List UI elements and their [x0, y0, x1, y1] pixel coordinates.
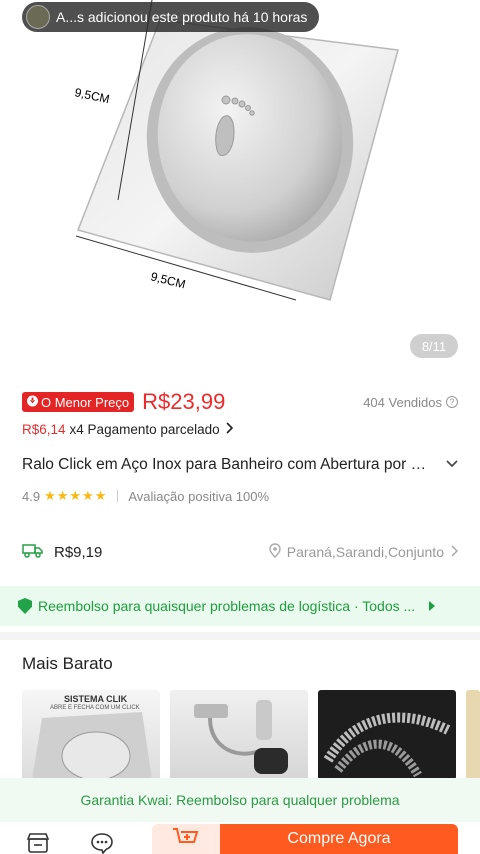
- badge-label: O Menor Preço: [41, 394, 130, 410]
- product-image-gallery[interactable]: 9,5CM 9,5CM A...s adicionou este produto…: [0, 0, 480, 378]
- dim-label-bottom: 9,5CM: [149, 269, 187, 291]
- chevron-right-icon: [450, 544, 459, 560]
- installment-value: R$6,14: [22, 422, 66, 437]
- cheaper-carousel[interactable]: SISTEMA CLIK ABRE E FECHA COM UM CLICK: [22, 690, 480, 780]
- shield-check-icon: [18, 598, 32, 614]
- product-title: Ralo Click em Aço Inox para Banheiro com…: [22, 456, 434, 473]
- product-thumbnail: [32, 712, 152, 780]
- activity-toast: A...s adicionou este produto há 10 horas: [22, 2, 320, 32]
- product-image: 9,5CM 9,5CM: [73, 0, 399, 301]
- location-text: Paraná,Sarandi,Conjunto: [286, 544, 444, 560]
- cheaper-section-title: Mais Barato: [22, 654, 113, 673]
- store-icon[interactable]: [26, 832, 50, 854]
- product-thumbnail: [323, 712, 451, 778]
- shipping-location[interactable]: Paraná,Sarandi,Conjunto: [269, 543, 459, 561]
- separator: [117, 490, 119, 502]
- chat-icon[interactable]: [90, 832, 114, 854]
- add-to-cart-button[interactable]: [152, 824, 220, 854]
- star-rating-icon: ★★★★★: [44, 488, 108, 503]
- arrow-down-icon: [27, 395, 38, 410]
- product-card[interactable]: [318, 690, 456, 780]
- price-value: R$23,99: [142, 389, 226, 414]
- toast-text: A...s adicionou este produto há 10 horas: [56, 9, 308, 25]
- installment-text: x4 Pagamento parcelado: [69, 422, 220, 437]
- rating-value: 4.9: [22, 488, 41, 504]
- sold-count[interactable]: 404 Vendidos ?: [363, 395, 458, 410]
- location-pin-icon: [269, 543, 281, 561]
- caret-right-icon: [429, 598, 436, 614]
- chevron-down-icon[interactable]: [446, 456, 458, 474]
- price-row: O Menor Preço R$23,99 404 Vendidos ?: [22, 388, 458, 416]
- avatar: [26, 5, 50, 29]
- dim-label-left: 9,5CM: [73, 85, 110, 106]
- installment-row[interactable]: R$6,14 x4 Pagamento parcelado: [22, 422, 234, 437]
- shipping-fee: R$9,19: [54, 543, 103, 561]
- lowest-price-badge: O Menor Preço: [22, 392, 135, 412]
- chevron-right-icon: [224, 422, 234, 437]
- image-counter: 8/11: [410, 334, 458, 358]
- cart-plus-icon: [172, 826, 200, 853]
- logistics-refund-banner[interactable]: Reembolso para quaisquer problemas de lo…: [0, 586, 480, 626]
- product-thumbnail: [194, 700, 288, 774]
- product-title-row[interactable]: Ralo Click em Aço Inox para Banheiro com…: [22, 456, 458, 474]
- sold-text: 404 Vendidos: [363, 394, 442, 410]
- product-card[interactable]: SISTEMA CLIK ABRE E FECHA COM UM CLICK: [22, 690, 160, 780]
- positive-rate: Avaliação positiva 100%: [128, 488, 270, 504]
- product-card[interactable]: [170, 690, 308, 780]
- rating-row[interactable]: 4.9 ★★★★★ Avaliação positiva 100%: [22, 488, 269, 504]
- section-divider: [0, 632, 480, 640]
- buy-now-button[interactable]: Compre Agora: [220, 824, 458, 854]
- help-icon[interactable]: ?: [446, 396, 458, 408]
- refund-text: Reembolso para quaisquer problemas de lo…: [38, 598, 416, 614]
- truck-icon: [22, 542, 44, 562]
- shipping-row[interactable]: R$9,19 Paraná,Sarandi,Conjunto: [22, 540, 459, 564]
- guarantee-banner[interactable]: Garantia Kwai: Reembolso para qualquer p…: [0, 778, 480, 822]
- product-card-partial[interactable]: [466, 690, 480, 780]
